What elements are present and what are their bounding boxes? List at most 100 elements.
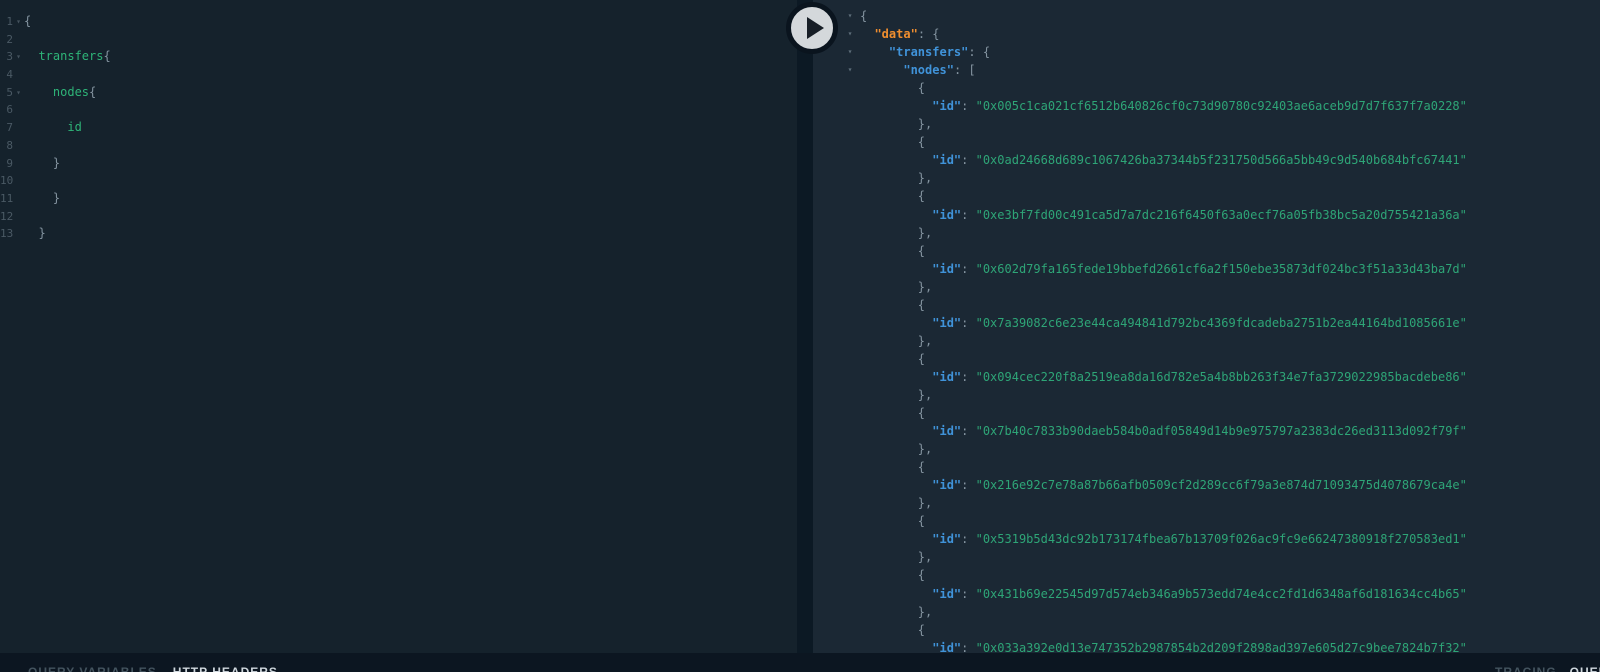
response-line[interactable]: }, xyxy=(813,278,1600,296)
response-line[interactable]: ▾ "data": { xyxy=(813,25,1600,43)
code-token: : xyxy=(961,207,976,222)
response-line[interactable]: ▾ "transfers": { xyxy=(813,43,1600,61)
fold-gutter-spacer xyxy=(13,119,24,137)
fold-arrow-icon[interactable]: ▾ xyxy=(843,7,857,25)
response-line[interactable]: "id": "0x0ad24668d689c1067426ba37344b5f2… xyxy=(813,151,1600,169)
bottom-right-tabs: TRACING QUERY PLAN xyxy=(1495,665,1600,672)
code-token: }, xyxy=(860,117,933,132)
code-token: { xyxy=(860,514,926,529)
query-line[interactable]: 1 ▾{ xyxy=(0,13,797,31)
response-line[interactable]: }, xyxy=(813,440,1600,458)
response-line[interactable]: }, xyxy=(813,548,1600,566)
code-token: { xyxy=(103,49,111,64)
response-line[interactable]: ▾ "nodes": [ xyxy=(813,61,1600,79)
response-line[interactable]: { xyxy=(813,242,1600,260)
code-token: "id" xyxy=(932,369,962,384)
tracing-tab[interactable]: TRACING xyxy=(1495,665,1557,672)
code-token: "0xe3bf7fd00c491ca5d7a7dc216f6450f63a0ec… xyxy=(975,207,1467,222)
query-editor[interactable]: 1 ▾{2 3 ▾ transfers{4 5 ▾ nodes{6 7 id 8 9 }… xyxy=(0,0,797,243)
response-line[interactable]: }, xyxy=(813,332,1600,350)
code-token: }, xyxy=(860,333,933,348)
response-line[interactable]: "id": "0x7b40c7833b90daeb584b0adf05849d1… xyxy=(813,422,1600,440)
query-plan-tab[interactable]: QUERY PLAN xyxy=(1570,665,1600,672)
code-token: "0x7a39082c6e23e44ca494841d792bc4369fdca… xyxy=(975,315,1467,330)
response-line[interactable]: "id": "0x5319b5d43dc92b173174fbea67b1370… xyxy=(813,530,1600,548)
response-line[interactable]: "id": "0x094cec220f8a2519ea8da16d782e5a4… xyxy=(813,368,1600,386)
code-token: "id" xyxy=(932,99,962,114)
code-token: "id" xyxy=(932,207,962,222)
fold-gutter-spacer xyxy=(13,208,24,226)
line-number: 6 xyxy=(6,103,13,117)
response-line[interactable]: "id": "0x431b69e22545d97d574eb346a9b573e… xyxy=(813,585,1600,603)
pane-divider[interactable] xyxy=(797,0,813,672)
response-line[interactable]: }, xyxy=(813,224,1600,242)
code-token: }, xyxy=(860,387,933,402)
bottom-left-tabs: QUERY VARIABLES HTTP HEADERS xyxy=(28,665,278,672)
fold-arrow-icon[interactable]: ▾ xyxy=(843,25,857,43)
response-line[interactable]: }, xyxy=(813,386,1600,404)
fold-arrow-icon[interactable]: ▾ xyxy=(13,13,24,31)
code-token: nodes xyxy=(24,84,90,99)
response-viewer[interactable]: ▾{▾ "data": {▾ "transfers": {▾ "nodes": … xyxy=(813,0,1600,672)
response-line[interactable]: { xyxy=(813,458,1600,476)
fold-arrow-icon[interactable]: ▾ xyxy=(13,84,24,102)
response-line[interactable]: { xyxy=(813,296,1600,314)
code-token: : xyxy=(961,99,976,114)
query-line[interactable]: 3 ▾ transfers{ xyxy=(0,48,797,66)
code-token: : xyxy=(961,315,976,330)
response-line[interactable]: "id": "0x005c1ca021cf6512b640826cf0c73d9… xyxy=(813,97,1600,115)
response-line[interactable]: "id": "0x602d79fa165fede19bbefd2661cf6a2… xyxy=(813,260,1600,278)
response-line[interactable]: ▾{ xyxy=(813,7,1600,25)
query-line[interactable]: 7 id xyxy=(0,119,797,137)
fold-arrow-icon[interactable]: ▾ xyxy=(843,61,857,79)
query-line[interactable]: 9 } xyxy=(0,155,797,173)
query-line[interactable]: 12 xyxy=(0,208,797,226)
query-line[interactable]: 10 xyxy=(0,172,797,190)
code-token: { xyxy=(860,135,926,150)
response-line[interactable]: "id": "0x216e92c7e78a87b66afb0509cf2d289… xyxy=(813,476,1600,494)
response-line[interactable]: "id": "0x7a39082c6e23e44ca494841d792bc43… xyxy=(813,314,1600,332)
http-headers-tab[interactable]: HTTP HEADERS xyxy=(173,665,278,672)
response-line[interactable]: "id": "0xe3bf7fd00c491ca5d7a7dc216f6450f… xyxy=(813,206,1600,224)
query-line[interactable]: 5 ▾ nodes{ xyxy=(0,84,797,102)
response-line[interactable]: { xyxy=(813,404,1600,422)
line-number: 12 xyxy=(0,209,14,223)
query-line[interactable]: 2 xyxy=(0,31,797,49)
code-token: { xyxy=(860,81,926,96)
line-number: 5 xyxy=(6,85,13,99)
response-line[interactable]: { xyxy=(813,621,1600,639)
code-token: }, xyxy=(860,604,933,619)
response-line[interactable]: { xyxy=(813,187,1600,205)
fold-arrow-icon[interactable]: ▾ xyxy=(843,43,857,61)
response-line[interactable]: }, xyxy=(813,169,1600,187)
query-variables-tab[interactable]: QUERY VARIABLES xyxy=(28,665,157,672)
query-line[interactable]: 11 } xyxy=(0,190,797,208)
query-line[interactable]: 13 } xyxy=(0,225,797,243)
execute-query-button[interactable] xyxy=(786,2,838,54)
response-line[interactable]: }, xyxy=(813,603,1600,621)
response-pane[interactable]: ▾{▾ "data": {▾ "transfers": {▾ "nodes": … xyxy=(813,0,1600,672)
response-line[interactable]: { xyxy=(813,350,1600,368)
line-number: 3 xyxy=(6,50,13,64)
query-line[interactable]: 6 xyxy=(0,101,797,119)
code-token: id xyxy=(24,120,82,135)
response-line[interactable]: { xyxy=(813,566,1600,584)
code-token: : xyxy=(961,586,976,601)
line-number: 4 xyxy=(6,68,13,82)
response-line[interactable]: { xyxy=(813,512,1600,530)
response-line[interactable]: { xyxy=(813,133,1600,151)
code-token: "id" xyxy=(932,315,962,330)
fold-arrow-icon[interactable]: ▾ xyxy=(13,48,24,66)
response-line[interactable]: { xyxy=(813,79,1600,97)
response-line[interactable]: }, xyxy=(813,115,1600,133)
response-line[interactable]: }, xyxy=(813,494,1600,512)
query-editor-pane[interactable]: 1 ▾{2 3 ▾ transfers{4 5 ▾ nodes{6 7 id 8 9 }… xyxy=(0,0,797,672)
query-line[interactable]: 8 xyxy=(0,137,797,155)
query-line[interactable]: 4 xyxy=(0,66,797,84)
